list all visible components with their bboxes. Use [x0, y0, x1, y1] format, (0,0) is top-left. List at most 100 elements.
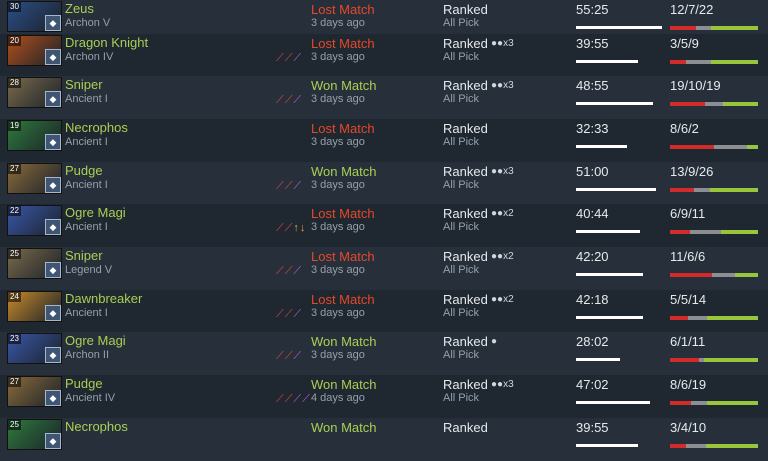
rank-medal: Archon II [65, 349, 110, 361]
hero-level: 30 [8, 2, 21, 12]
kills-segment [670, 273, 713, 277]
match-row[interactable]: 30 ◆ Zeus Archon V Lost Match 3 days ago Ranke… [0, 0, 768, 34]
match-row[interactable]: 23 ◆ Ogre Magi Archon II ⟋⟋⟋ Won Match 3 days … [0, 332, 768, 375]
item-icons: ⟋⟋⟋ [276, 94, 302, 107]
match-time: 3 days ago [311, 179, 365, 191]
hero-portrait[interactable]: 24 ◆ [7, 291, 62, 322]
rank-medal: Ancient I [65, 221, 108, 233]
lobby-type: Ranked [443, 206, 488, 221]
deaths-segment [704, 102, 724, 106]
people-icon: ●● [491, 166, 504, 177]
match-row[interactable]: 22 ◆ Ogre Magi Ancient I ⟋⟋↑↓ Lost Match 3 day… [0, 204, 768, 247]
match-result[interactable]: Won Match [311, 78, 377, 93]
rank-medal: Ancient IV [65, 392, 116, 404]
match-result[interactable]: Lost Match [311, 36, 375, 51]
match-duration: 39:55 [576, 420, 609, 435]
hero-portrait[interactable]: 19 ◆ [7, 120, 62, 151]
hero-name[interactable]: Necrophos [65, 120, 128, 135]
match-result[interactable]: Lost Match [311, 2, 375, 17]
match-time: 3 days ago [311, 136, 365, 148]
hero-name[interactable]: Pudge [65, 163, 103, 178]
deaths-segment [714, 145, 747, 149]
match-result[interactable]: Won Match [311, 420, 377, 435]
match-duration: 42:20 [576, 249, 609, 264]
item-icon-2: ⟋ [293, 265, 303, 277]
match-row[interactable]: 27 ◆ Pudge Ancient IV ⟋⟋⟋⟋ Won Match 4 days ag… [0, 375, 768, 418]
assists-segment [710, 26, 758, 30]
match-duration: 40:44 [576, 206, 609, 221]
party-icon: ●●x3 [491, 166, 514, 177]
item-icons: ⟋⟋⟋ [276, 52, 302, 65]
hero-portrait[interactable]: 25 ◆ [7, 419, 62, 450]
item-icons: ⟋⟋↑↓ [276, 222, 306, 235]
kda-bar [670, 358, 758, 362]
assists-segment [735, 273, 758, 277]
duration-bar [576, 102, 653, 105]
kda-bar [670, 230, 758, 234]
kills-segment [670, 358, 700, 362]
match-result[interactable]: Lost Match [311, 249, 375, 264]
match-row[interactable]: 25 ◆ Necrophos Won Match Ranked 39:55 3/4/10 [0, 418, 768, 461]
hero-portrait[interactable]: 22 ◆ [7, 205, 62, 236]
duration-bar [576, 145, 627, 148]
match-result[interactable]: Lost Match [311, 121, 375, 136]
kda-bar [670, 145, 758, 149]
hero-name[interactable]: Pudge [65, 376, 103, 391]
hero-portrait[interactable]: 30 ◆ [7, 1, 62, 32]
people-icon: ●● [491, 251, 504, 262]
match-result[interactable]: Won Match [311, 164, 377, 179]
match-row[interactable]: 27 ◆ Pudge Ancient I ⟋⟋⟋ Won Match 3 days ago R… [0, 162, 768, 205]
deaths-segment [685, 444, 707, 448]
hero-name[interactable]: Sniper [65, 77, 103, 92]
party-icon: ●●x2 [491, 208, 514, 219]
item-icons: ⟋⟋⟋ [276, 265, 302, 278]
hero-level: 28 [8, 78, 21, 88]
kills-segment [670, 444, 686, 448]
match-row[interactable]: 28 ◆ Sniper Ancient I ⟋⟋⟋ Won Match 3 days ago… [0, 76, 768, 119]
kills-segment [670, 145, 714, 149]
hero-portrait[interactable]: 28 ◆ [7, 77, 62, 108]
match-result[interactable]: Lost Match [311, 292, 375, 307]
item-icon-2: ⟋ [293, 308, 303, 320]
kda: 5/5/14 [670, 292, 707, 307]
match-result[interactable]: Lost Match [311, 206, 375, 221]
hero-portrait[interactable]: 25 ◆ [7, 248, 62, 279]
item-icons: ⟋⟋⟋ [276, 180, 302, 193]
hero-name[interactable]: Dragon Knight [65, 35, 148, 50]
party-icon: ●●x3 [491, 38, 514, 49]
hero-name[interactable]: Ogre Magi [65, 205, 126, 220]
kda: 19/10/19 [670, 78, 721, 93]
rank-medal: Archon IV [65, 51, 114, 63]
party-size: x3 [503, 379, 514, 390]
match-row[interactable]: 19 ◆ Necrophos Ancient I Lost Match 3 days ag… [0, 119, 768, 162]
hero-portrait[interactable]: 27 ◆ [7, 376, 62, 407]
kda: 6/1/11 [670, 334, 706, 349]
hero-name[interactable]: Sniper [65, 248, 103, 263]
match-row[interactable]: 20 ◆ Dragon Knight Archon IV ⟋⟋⟋ Lost Match 3 … [0, 34, 768, 77]
hero-portrait[interactable]: 20 ◆ [7, 35, 62, 66]
match-result[interactable]: Won Match [311, 334, 377, 349]
hero-level: 23 [8, 334, 21, 344]
match-row[interactable]: 24 ◆ Dawnbreaker Ancient I ⟋⟋⟋ Lost Match 3 da… [0, 290, 768, 333]
hero-name[interactable]: Dawnbreaker [65, 291, 142, 306]
kda: 3/5/9 [670, 36, 699, 51]
match-row[interactable]: 25 ◆ Sniper Legend V ⟋⟋⟋ Lost Match 3 days ago… [0, 247, 768, 290]
party-icon: ●●x2 [491, 294, 514, 305]
match-duration: 48:55 [576, 78, 609, 93]
party-size: x3 [503, 166, 514, 177]
hero-portrait[interactable]: 23 ◆ [7, 333, 62, 364]
game-mode: All Pick [443, 179, 480, 191]
rank-medal: Archon V [65, 17, 111, 29]
kda-bar [670, 273, 758, 277]
rank-medal: Ancient I [65, 179, 108, 191]
game-mode: All Pick [443, 392, 480, 404]
match-result[interactable]: Won Match [311, 377, 377, 392]
assists-segment [704, 358, 758, 362]
match-duration: 42:18 [576, 292, 609, 307]
duration-bar [576, 316, 643, 319]
people-icon: ●● [491, 294, 504, 305]
hero-name[interactable]: Zeus [65, 1, 94, 16]
hero-name[interactable]: Ogre Magi [65, 333, 126, 348]
hero-portrait[interactable]: 27 ◆ [7, 163, 62, 194]
hero-name[interactable]: Necrophos [65, 419, 128, 434]
